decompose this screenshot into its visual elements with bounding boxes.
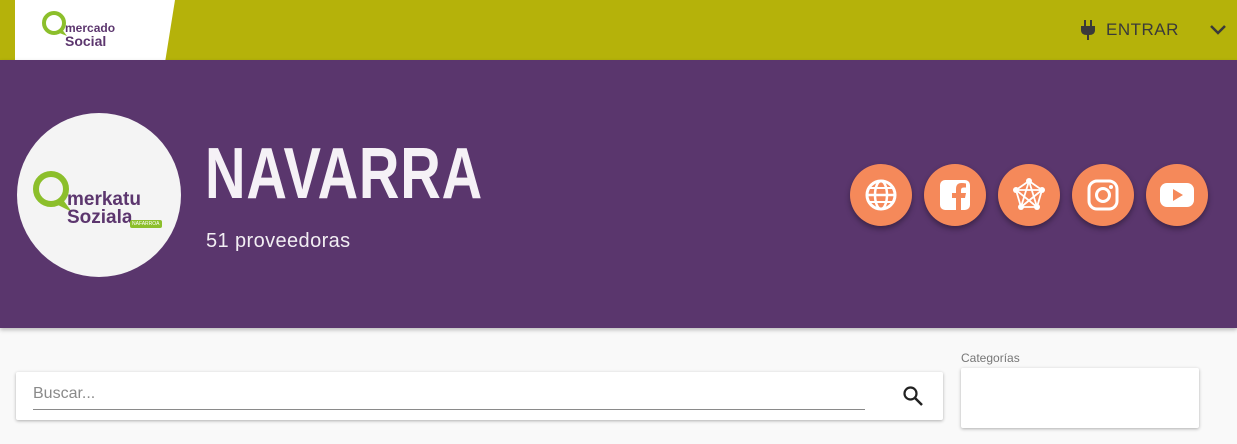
instagram-button[interactable] <box>1072 164 1134 226</box>
youtube-icon <box>1160 183 1194 207</box>
instagram-icon <box>1087 179 1119 211</box>
network-icon <box>1013 178 1045 210</box>
facebook-icon <box>940 180 970 211</box>
plug-icon <box>1081 20 1095 40</box>
network-button[interactable] <box>998 164 1060 226</box>
facebook-button[interactable] <box>924 164 986 226</box>
profile-avatar: merkatu Soziala NAFARROA <box>17 113 181 277</box>
categories-select[interactable] <box>961 368 1199 428</box>
globe-icon <box>865 179 897 211</box>
logo-word-social: Social <box>65 33 107 49</box>
search-card <box>16 372 943 420</box>
categories-label: Categorías <box>961 351 1020 365</box>
top-bar: mercado Social ENTRAR <box>0 0 1237 60</box>
chevron-down-icon[interactable] <box>1208 19 1228 39</box>
mercado-social-logo[interactable]: mercado Social <box>15 0 175 60</box>
avatar-region-tag: NAFARROA <box>130 220 162 228</box>
search-input[interactable] <box>33 378 865 410</box>
hero-banner: merkatu Soziala NAFARROA NAVARRA 51 prov… <box>0 60 1237 328</box>
page-title: NAVARRA <box>205 134 483 214</box>
website-button[interactable] <box>850 164 912 226</box>
search-icon[interactable] <box>901 384 925 408</box>
login-label: ENTRAR <box>1106 20 1179 39</box>
youtube-button[interactable] <box>1146 164 1208 226</box>
provider-count: 51 proveedoras <box>206 230 351 252</box>
login-button[interactable]: ENTRAR <box>1080 18 1179 42</box>
